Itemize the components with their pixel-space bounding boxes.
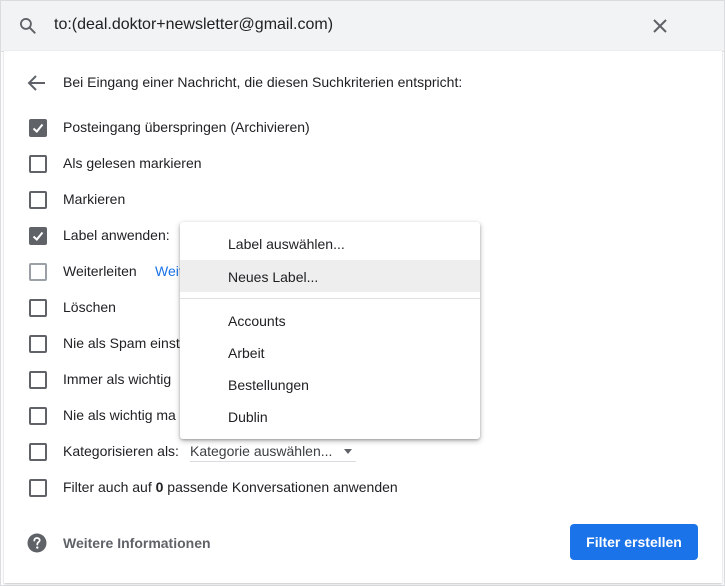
- menu-item-label: Dublin: [228, 409, 268, 425]
- action-row-star[interactable]: Markieren: [1, 187, 721, 211]
- star-checkbox[interactable]: [29, 191, 47, 209]
- skip-inbox-label: Posteingang überspringen (Archivieren): [63, 119, 310, 135]
- label-dropdown-menu: Label auswählen... Neues Label... Accoun…: [180, 222, 480, 439]
- never-important-label: Nie als wichtig ma: [63, 407, 176, 423]
- add-forward-address-link[interactable]: Weit: [155, 263, 183, 279]
- menu-item-label: Arbeit: [228, 345, 265, 361]
- create-filter-button[interactable]: Filter erstellen: [570, 524, 698, 560]
- apply-existing-checkbox[interactable]: [29, 479, 47, 497]
- action-row-apply-existing[interactable]: Filter auch auf 0 passende Konversatione…: [1, 475, 721, 499]
- check-icon: [32, 123, 44, 133]
- menu-item-label-dublin[interactable]: Dublin: [180, 400, 480, 432]
- action-row-mark-read[interactable]: Als gelesen markieren: [1, 151, 721, 175]
- never-important-checkbox[interactable]: [29, 407, 47, 425]
- category-select[interactable]: Kategorie auswählen...: [190, 439, 356, 462]
- delete-checkbox[interactable]: [29, 299, 47, 317]
- mark-read-checkbox[interactable]: [29, 155, 47, 173]
- mark-read-label: Als gelesen markieren: [63, 155, 202, 171]
- skip-inbox-checkbox[interactable]: [29, 119, 47, 137]
- menu-item-label: Bestellungen: [228, 377, 309, 393]
- menu-item-new-label[interactable]: Neues Label...: [180, 260, 480, 292]
- apply-existing-label: Filter auch auf 0 passende Konversatione…: [63, 479, 398, 495]
- menu-item-label-bestellungen[interactable]: Bestellungen: [180, 368, 480, 400]
- search-query[interactable]: to:(deal.doktor+newsletter@gmail.com): [54, 16, 333, 34]
- star-label: Markieren: [63, 191, 126, 207]
- action-row-categorize[interactable]: Kategorisieren als: Kategorie auswählen.…: [1, 439, 721, 463]
- never-spam-checkbox[interactable]: [29, 335, 47, 353]
- search-bar[interactable]: to:(deal.doktor+newsletter@gmail.com): [1, 1, 724, 52]
- never-spam-label: Nie als Spam einst: [63, 335, 180, 351]
- criteria-heading: Bei Eingang einer Nachricht, die diesen …: [63, 74, 463, 90]
- delete-label: Löschen: [63, 299, 116, 315]
- categorize-label: Kategorisieren als:: [63, 443, 179, 459]
- menu-item-label-arbeit[interactable]: Arbeit: [180, 336, 480, 368]
- search-icon[interactable]: [18, 16, 38, 36]
- apply-label-checkbox[interactable]: [29, 227, 47, 245]
- always-important-label: Immer als wichtig: [63, 371, 172, 387]
- menu-item-choose-label[interactable]: Label auswählen...: [180, 227, 480, 259]
- menu-item-label: Label auswählen...: [228, 236, 345, 252]
- menu-item-label-accounts[interactable]: Accounts: [180, 304, 480, 336]
- always-important-checkbox[interactable]: [29, 371, 47, 389]
- dropdown-arrow-icon: [344, 449, 352, 454]
- more-info-link[interactable]: Weitere Informationen: [63, 535, 211, 551]
- close-icon[interactable]: [651, 17, 669, 35]
- menu-item-label: Accounts: [228, 313, 286, 329]
- menu-divider: [180, 298, 480, 299]
- action-row-skip-inbox[interactable]: Posteingang überspringen (Archivieren): [1, 115, 721, 139]
- check-icon: [32, 231, 44, 241]
- filter-dialog: to:(deal.doktor+newsletter@gmail.com) Be…: [0, 0, 725, 586]
- menu-item-label: Neues Label...: [228, 269, 319, 285]
- forward-checkbox[interactable]: [29, 263, 47, 281]
- forward-label: Weiterleiten: [63, 263, 137, 279]
- back-arrow-icon[interactable]: [27, 74, 47, 92]
- help-icon[interactable]: [27, 533, 47, 553]
- apply-label-label: Label anwenden:: [63, 227, 170, 243]
- category-select-value: Kategorie auswählen...: [190, 443, 333, 459]
- categorize-checkbox[interactable]: [29, 443, 47, 461]
